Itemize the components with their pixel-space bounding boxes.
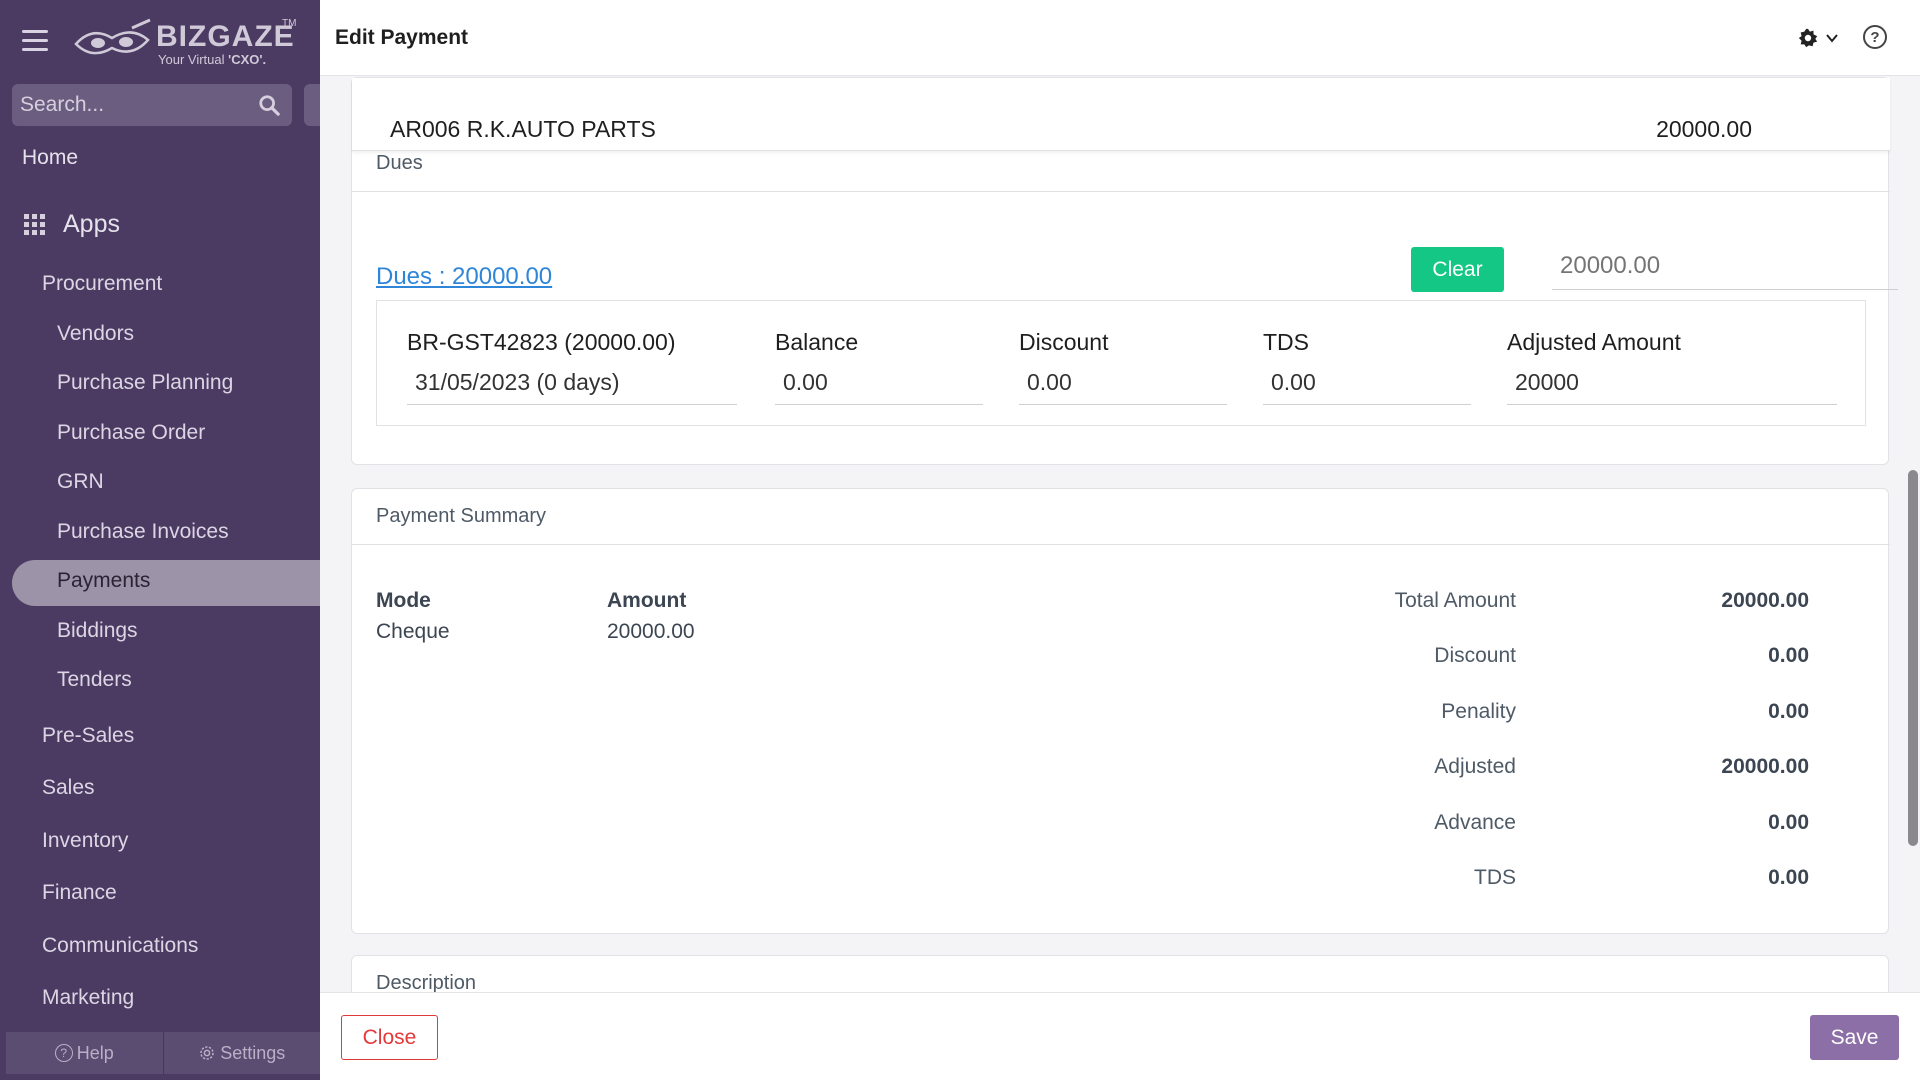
sidebar-apps-label: Apps bbox=[63, 210, 120, 238]
search-scope-button[interactable] bbox=[304, 84, 320, 126]
dues-total-link[interactable]: Dues : 20000.00 bbox=[376, 263, 552, 291]
balance-field[interactable] bbox=[775, 361, 983, 405]
sidebar-item-payments[interactable]: Payments bbox=[57, 569, 150, 593]
payment-amount: 20000.00 bbox=[607, 620, 695, 643]
customer-name: AR006 R.K.AUTO PARTS bbox=[390, 116, 656, 142]
close-button[interactable]: Close bbox=[341, 1015, 438, 1060]
logo-tagline: Your Virtual 'CXO'. bbox=[158, 52, 266, 67]
sidebar-item-tenders[interactable]: Tenders bbox=[57, 668, 132, 692]
total-amount-label: Total Amount bbox=[1394, 589, 1516, 612]
sidebar-item-purchase-order[interactable]: Purchase Order bbox=[57, 421, 205, 445]
edit-payment-panel: Edit Payment ? AR006 R.K.AUTO PARTS 2000… bbox=[320, 0, 1920, 1080]
owl-logo-icon bbox=[74, 18, 151, 55]
settings-link[interactable]: Settings bbox=[164, 1032, 321, 1074]
sidebar-item-sales[interactable]: Sales bbox=[42, 776, 95, 800]
invoice-row: BR-GST42823 (20000.00) Balance Discount … bbox=[376, 300, 1866, 426]
discount-label: Discount bbox=[1019, 329, 1109, 355]
invoice-date-field[interactable] bbox=[407, 361, 737, 405]
panel-footer: Close Save bbox=[320, 992, 1920, 1080]
mode-header: Mode bbox=[376, 589, 431, 612]
settings-gear-icon bbox=[200, 1046, 214, 1060]
summary-discount-value: 0.00 bbox=[1768, 644, 1809, 667]
sidebar-item-marketing[interactable]: Marketing bbox=[42, 986, 134, 1010]
sidebar-item-purchase-planning[interactable]: Purchase Planning bbox=[57, 371, 233, 395]
divider bbox=[352, 191, 1890, 192]
logo-name: BIZGAZE bbox=[156, 20, 295, 53]
sidebar-item-procurement[interactable]: Procurement bbox=[42, 272, 162, 296]
summary-penality-label: Penality bbox=[1441, 700, 1516, 723]
summary-penality-value: 0.00 bbox=[1768, 700, 1809, 723]
summary-discount-label: Discount bbox=[1434, 644, 1516, 667]
chevron-down-icon bbox=[1826, 34, 1838, 43]
summary-adjusted-label: Adjusted bbox=[1434, 755, 1516, 778]
logo-tagline-prefix: Your Virtual bbox=[158, 52, 229, 67]
sidebar-item-grn[interactable]: GRN bbox=[57, 470, 104, 494]
search-box bbox=[12, 84, 292, 126]
adjusted-amount-field[interactable] bbox=[1507, 361, 1837, 405]
help-icon[interactable]: ? bbox=[1863, 25, 1887, 49]
discount-field[interactable] bbox=[1019, 361, 1227, 405]
help-link[interactable]: ? Help bbox=[6, 1032, 164, 1074]
tds-field[interactable] bbox=[1263, 361, 1471, 405]
dues-amount-input[interactable] bbox=[1552, 242, 1898, 290]
summary-tds-value: 0.00 bbox=[1768, 866, 1809, 889]
invoice-number: BR-GST42823 (20000.00) bbox=[407, 329, 676, 355]
payment-mode: Cheque bbox=[376, 620, 450, 643]
sidebar-item-apps[interactable]: Apps bbox=[24, 210, 120, 239]
summary-advance-label: Advance bbox=[1434, 811, 1516, 834]
sidebar-item-pre-sales[interactable]: Pre-Sales bbox=[42, 724, 134, 748]
divider bbox=[352, 544, 1890, 545]
help-label: Help bbox=[76, 1042, 114, 1063]
settings-label: Settings bbox=[220, 1042, 286, 1063]
amount-header: Amount bbox=[607, 589, 687, 612]
sidebar: BIZGAZE TM Your Virtual 'CXO'. Home Apps… bbox=[0, 0, 320, 1080]
sidebar-item-home[interactable]: Home bbox=[22, 146, 78, 170]
sidebar-item-communications[interactable]: Communications bbox=[42, 934, 198, 958]
summary-adjusted-value: 20000.00 bbox=[1721, 755, 1809, 778]
sidebar-item-biddings[interactable]: Biddings bbox=[57, 619, 138, 643]
page-title: Edit Payment bbox=[335, 26, 469, 49]
help-circle-icon: ? bbox=[54, 1044, 73, 1062]
summary-tds-label: TDS bbox=[1474, 866, 1516, 889]
balance-label: Balance bbox=[775, 329, 859, 355]
dues-card: AR006 R.K.AUTO PARTS 20000.00 Dues Dues … bbox=[351, 77, 1898, 465]
payment-summary-title: Payment Summary bbox=[376, 505, 547, 527]
sidebar-item-vendors[interactable]: Vendors bbox=[57, 322, 134, 346]
panel-header: Edit Payment ? bbox=[320, 0, 1920, 76]
settings-dropdown-button[interactable] bbox=[1797, 26, 1845, 50]
payment-summary-card: Payment Summary Mode Amount Cheque 20000… bbox=[351, 488, 1890, 934]
adjusted-amount-label: Adjusted Amount bbox=[1507, 329, 1681, 355]
search-input[interactable] bbox=[12, 84, 252, 126]
sidebar-footer: ? Help Settings bbox=[6, 1032, 320, 1074]
search-icon[interactable] bbox=[258, 94, 280, 116]
save-button[interactable]: Save bbox=[1810, 1015, 1899, 1060]
sidebar-item-inventory[interactable]: Inventory bbox=[42, 829, 128, 853]
customer-amount: 20000.00 bbox=[1656, 116, 1752, 142]
dues-section-title: Dues bbox=[376, 152, 423, 174]
customer-strip: AR006 R.K.AUTO PARTS 20000.00 bbox=[352, 78, 1890, 151]
summary-advance-value: 0.00 bbox=[1768, 811, 1809, 834]
bizgaze-logo[interactable]: BIZGAZE TM Your Virtual 'CXO'. bbox=[72, 18, 296, 68]
tds-label: TDS bbox=[1263, 329, 1309, 355]
scrollbar-thumb[interactable] bbox=[1908, 470, 1918, 846]
sidebar-item-purchase-invoices[interactable]: Purchase Invoices bbox=[57, 520, 229, 544]
sidebar-item-finance[interactable]: Finance bbox=[42, 881, 117, 905]
clear-button[interactable]: Clear bbox=[1411, 247, 1504, 292]
total-amount-value: 20000.00 bbox=[1721, 589, 1809, 612]
logo-trademark: TM bbox=[282, 18, 297, 29]
logo-tagline-bold: 'CXO'. bbox=[228, 52, 267, 67]
apps-grid-icon bbox=[24, 214, 45, 235]
gear-icon bbox=[1798, 28, 1818, 48]
menu-toggle-icon[interactable] bbox=[22, 30, 48, 52]
